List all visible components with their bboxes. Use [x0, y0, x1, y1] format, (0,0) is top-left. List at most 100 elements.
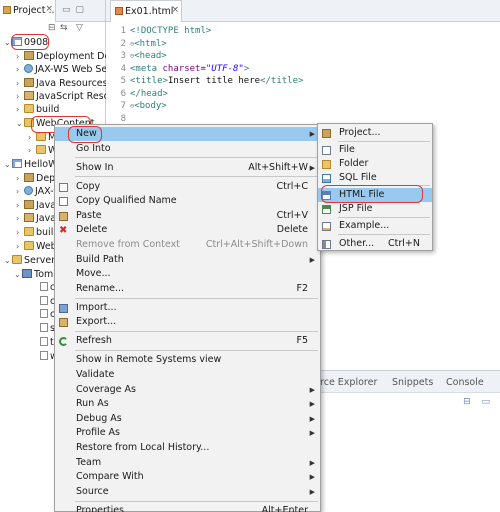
menu-item-show-in[interactable]: Show In Alt+Shift+W ▶ — [55, 161, 320, 175]
twisty-icon[interactable]: › — [16, 103, 24, 116]
tab-snippets[interactable]: Snippets — [392, 377, 433, 388]
twisty-icon[interactable]: › — [16, 63, 24, 76]
menu-item-jsp-file[interactable]: JSP File — [318, 202, 432, 216]
tree-item[interactable]: › W — [28, 144, 57, 157]
tree-item[interactable]: c — [32, 308, 55, 321]
menu-item-go-into[interactable]: Go Into — [55, 142, 320, 156]
menu-item-debug-as[interactable]: Debug As ▶ — [55, 412, 320, 426]
menu-item-other[interactable]: Other... Ctrl+N — [318, 237, 432, 251]
menu-item-build-path[interactable]: Build Path ▶ — [55, 253, 320, 267]
tree-item-label: Dep — [36, 173, 56, 184]
tree-item[interactable]: › Deployment Des — [16, 50, 115, 63]
twisty-icon[interactable]: › — [16, 226, 24, 239]
collapse-all-icon[interactable]: ⊟ — [48, 23, 56, 33]
menu-item-label: Move... — [76, 268, 111, 280]
twisty-icon[interactable]: › — [16, 90, 24, 103]
menu-item-label: Go Into — [76, 142, 111, 154]
tab-remote-explorer[interactable]: urce Explorer — [314, 377, 377, 388]
twisty-icon[interactable]: ⌄ — [4, 158, 12, 171]
menu-item-copy-qualified-name[interactable]: Copy Qualified Name — [55, 194, 320, 208]
tree-item-label: Java Resources — [36, 78, 108, 89]
menu-item-file[interactable]: File — [318, 143, 432, 157]
tree-item[interactable]: › build — [16, 103, 59, 116]
tree-item[interactable]: c — [32, 281, 55, 294]
tree-item[interactable]: › JAX- — [16, 185, 54, 198]
twisty-icon[interactable]: ⌄ — [16, 117, 24, 130]
tree-item[interactable]: › JavaScript Resou — [16, 90, 115, 103]
close-icon[interactable]: × — [45, 4, 53, 14]
twisty-icon[interactable]: › — [16, 199, 24, 212]
menu-item-team[interactable]: Team ▶ — [55, 456, 320, 470]
menu-item-validate[interactable]: Validate — [55, 368, 320, 382]
paste-icon — [59, 211, 68, 221]
menu-item-copy[interactable]: Copy Ctrl+C — [55, 180, 320, 194]
menu-item-label: Compare With — [76, 471, 144, 483]
menu-item-properties[interactable]: Properties Alt+Enter — [55, 504, 320, 512]
tree-item[interactable]: ⌄ Tom — [14, 268, 53, 281]
menu-item-project[interactable]: Project... — [318, 126, 432, 140]
menu-separator — [338, 140, 430, 142]
menu-item-source[interactable]: Source ▶ — [55, 485, 320, 499]
twisty-icon[interactable]: › — [16, 185, 24, 198]
twisty-icon[interactable]: ⌄ — [4, 254, 12, 267]
menu-item-paste[interactable]: Paste Ctrl+V — [55, 209, 320, 223]
menu-item-example[interactable]: Example... — [318, 219, 432, 233]
code-token: Insert title here — [167, 76, 261, 86]
menu-item-label: Rename... — [76, 282, 125, 294]
tree-item[interactable]: ⌄ Servers — [4, 254, 60, 267]
menu-item-accelerator: Delete — [276, 224, 308, 236]
close-icon[interactable]: × — [171, 5, 179, 15]
editor-tabbar: Ex01.html × — [106, 0, 500, 22]
submenu-arrow-icon: ▶ — [309, 130, 315, 138]
menu-item-export[interactable]: Export... — [55, 315, 320, 329]
tree-item[interactable]: s — [32, 322, 55, 335]
menu-item-move[interactable]: Move... — [55, 267, 320, 281]
submenu-arrow-icon: ▶ — [309, 487, 315, 496]
menu-item-folder[interactable]: Folder — [318, 157, 432, 171]
menu-item-accelerator: Alt+Enter — [261, 504, 308, 512]
twisty-icon[interactable]: ⌄ — [14, 268, 22, 281]
twisty-icon[interactable]: › — [28, 131, 36, 144]
menu-item-show-in-remote-systems-view[interactable]: Show in Remote Systems view — [55, 353, 320, 367]
menu-item-delete[interactable]: ✖ Delete Delete — [55, 223, 320, 237]
tab-project-explorer[interactable]: Project ... × — [0, 0, 56, 22]
view-menu-icon[interactable]: ▽ — [76, 23, 83, 33]
panel-toolbar-icons[interactable]: ⊟ ▭ — [463, 397, 494, 407]
menu-item-restore-from-local-history[interactable]: Restore from Local History... — [55, 441, 320, 455]
link-editor-icon[interactable]: ⇆ — [60, 23, 68, 33]
twisty-icon[interactable]: › — [28, 144, 36, 157]
code-line: 7 ⊖<body> — [106, 100, 167, 112]
tree-item[interactable]: ⌄ HelloW — [4, 158, 57, 171]
menu-item-run-as[interactable]: Run As ▶ — [55, 397, 320, 411]
menu-item-import[interactable]: Import... — [55, 301, 320, 315]
tab-console[interactable]: Console — [446, 377, 484, 388]
tree-item-label: JavaScript Resou — [36, 91, 116, 102]
project-icon — [322, 129, 331, 138]
tree-item[interactable]: c — [32, 295, 55, 308]
tree-item[interactable]: › Web — [16, 240, 57, 253]
tree-item[interactable]: › Java Resources — [16, 77, 108, 90]
tree-item[interactable]: › Dep — [16, 172, 55, 185]
line-number: 6 — [120, 88, 126, 99]
menu-item-compare-with[interactable]: Compare With ▶ — [55, 470, 320, 484]
tree-item[interactable]: › Java — [16, 199, 56, 212]
tree-item[interactable]: › JAX-WS Web Ser — [16, 63, 111, 76]
tree-item[interactable]: › Java — [16, 212, 56, 225]
tab-ex01-html[interactable]: Ex01.html × — [110, 0, 182, 22]
twisty-icon[interactable]: › — [16, 212, 24, 225]
menu-item-rename[interactable]: Rename... F2 — [55, 282, 320, 296]
twisty-icon[interactable]: › — [16, 240, 24, 253]
line-number: 3 — [120, 51, 126, 61]
refresh-icon — [59, 337, 68, 347]
minimize-maximize-icon[interactable]: ▭ ▢ — [62, 5, 85, 15]
twisty-icon[interactable]: › — [16, 77, 24, 90]
tree-item[interactable]: t — [32, 336, 54, 349]
tree-item[interactable]: › buil — [16, 226, 53, 239]
twisty-icon[interactable]: › — [16, 50, 24, 63]
menu-item-refresh[interactable]: Refresh F5 — [55, 334, 320, 348]
menu-item-sql-file[interactable]: SQL File — [318, 171, 432, 185]
menu-item-coverage-as[interactable]: Coverage As ▶ — [55, 383, 320, 397]
menu-item-profile-as[interactable]: Profile As ▶ — [55, 426, 320, 440]
twisty-icon[interactable]: › — [16, 172, 24, 185]
menu-item-accelerator: F5 — [296, 335, 308, 347]
